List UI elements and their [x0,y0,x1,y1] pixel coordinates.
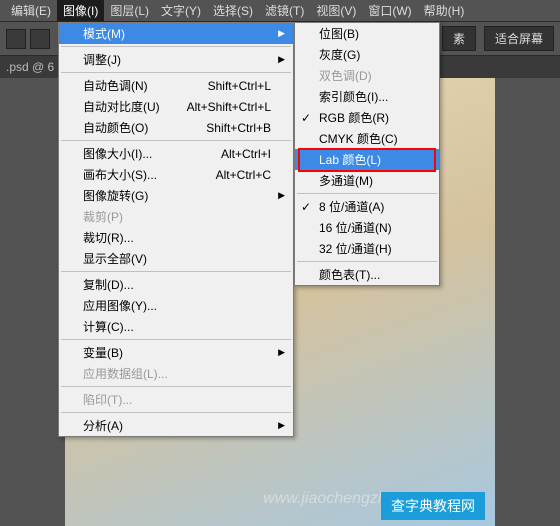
menu-8[interactable]: 帮助(H) [418,0,471,21]
chevron-right-icon: ▶ [278,28,285,39]
menu-label: 复制(D)... [83,276,134,293]
chevron-right-icon: ▶ [278,54,285,65]
menu-label: 自动颜色(O) [83,119,148,136]
menu-label: 应用图像(Y)... [83,297,157,314]
menu-entry[interactable]: 应用图像(Y)... [59,295,293,316]
menu-2[interactable]: 图层(L) [104,0,155,21]
menu-label: 索引颜色(I)... [319,88,388,105]
menu-3[interactable]: 文字(Y) [155,0,207,21]
menu-entry[interactable]: 变量(B) ▶ [59,342,293,363]
menu-label: 位图(B) [319,25,359,42]
shortcut: Alt+Ctrl+C [216,168,271,182]
tool-icon[interactable] [6,29,26,49]
menu-label: 图像旋转(G) [83,187,148,204]
menu-label: 变量(B) [83,344,123,361]
menu-entry[interactable]: 颜色表(T)... [295,264,439,285]
chevron-right-icon: ▶ [278,190,285,201]
tool-icon[interactable] [30,29,50,49]
menu-label: 模式(M) [83,25,125,42]
menu-entry[interactable]: 画布大小(S)... Alt+Ctrl+C [59,164,293,185]
shortcut: Shift+Ctrl+L [208,79,271,93]
menu-entry[interactable]: 自动色调(N) Shift+Ctrl+L [59,75,293,96]
menu-entry: 双色调(D) [295,65,439,86]
separator [61,271,291,272]
menu-entry[interactable]: 显示全部(V) [59,248,293,269]
menu-label: 多通道(M) [319,172,373,189]
menu-0[interactable]: 编辑(E) [5,0,57,21]
menu-entry[interactable]: 调整(J) ▶ [59,49,293,70]
menu-entry[interactable]: 模式(M) ▶ [59,23,293,44]
menubar: 编辑(E)图像(I)图层(L)文字(Y)选择(S)滤镜(T)视图(V)窗口(W)… [0,0,560,22]
shortcut: Alt+Shift+Ctrl+L [187,100,271,114]
separator [61,46,291,47]
menu-label: 32 位/通道(H) [319,240,392,257]
shortcut: Shift+Ctrl+B [206,121,271,135]
chevron-right-icon: ▶ [278,420,285,431]
menu-label: CMYK 颜色(C) [319,130,398,147]
mode-submenu: 位图(B) 灰度(G) 双色调(D) 索引颜色(I)... ✓ RGB 颜色(R) CMYK… [294,22,440,286]
menu-entry[interactable]: ✓ RGB 颜色(R) [295,107,439,128]
menu-label: 显示全部(V) [83,250,147,267]
separator [297,193,437,194]
menu-entry[interactable]: 自动对比度(U) Alt+Shift+Ctrl+L [59,96,293,117]
menu-label: 计算(C)... [83,318,134,335]
check-icon: ✓ [301,200,311,214]
separator [61,386,291,387]
menu-entry: 裁剪(P) [59,206,293,227]
menu-entry[interactable]: CMYK 颜色(C) [295,128,439,149]
menu-entry[interactable]: 自动颜色(O) Shift+Ctrl+B [59,117,293,138]
menu-label: 8 位/通道(A) [319,198,384,215]
menu-label: 分析(A) [83,417,123,434]
menu-label: 自动对比度(U) [83,98,160,115]
menu-entry[interactable]: Lab 颜色(L) [295,149,439,170]
menu-entry[interactable]: ✓ 8 位/通道(A) [295,196,439,217]
chevron-right-icon: ▶ [278,347,285,358]
separator [61,412,291,413]
menu-entry[interactable]: 灰度(G) [295,44,439,65]
menu-entry[interactable]: 索引颜色(I)... [295,86,439,107]
menu-7[interactable]: 窗口(W) [362,0,417,21]
menu-label: 裁切(R)... [83,229,134,246]
separator [61,72,291,73]
menu-label: 应用数据组(L)... [83,365,168,382]
menu-entry[interactable]: 多通道(M) [295,170,439,191]
menu-entry[interactable]: 图像大小(I)... Alt+Ctrl+I [59,143,293,164]
shortcut: Alt+Ctrl+I [221,147,271,161]
menu-entry[interactable]: 裁切(R)... [59,227,293,248]
menu-entry[interactable]: 16 位/通道(N) [295,217,439,238]
menu-entry[interactable]: 复制(D)... [59,274,293,295]
menu-entry: 应用数据组(L)... [59,363,293,384]
separator [297,261,437,262]
menu-entry[interactable]: 图像旋转(G) ▶ [59,185,293,206]
menu-label: 16 位/通道(N) [319,219,392,236]
image-menu-dropdown: 模式(M) ▶ 调整(J) ▶ 自动色调(N) Shift+Ctrl+L 自动对比度(U) A… [58,22,294,437]
menu-entry: 陷印(T)... [59,389,293,410]
menu-label: 画布大小(S)... [83,166,157,183]
menu-label: 裁剪(P) [83,208,123,225]
menu-label: 灰度(G) [319,46,360,63]
menu-entry[interactable]: 分析(A) ▶ [59,415,293,436]
fit-screen-button[interactable]: 适合屏幕 [484,26,554,51]
menu-label: 调整(J) [83,51,121,68]
menu-label: RGB 颜色(R) [319,109,389,126]
toolbar-button[interactable]: 素 [442,26,476,51]
menu-entry[interactable]: 位图(B) [295,23,439,44]
separator [61,339,291,340]
brand-badge: 查字典教程网 [381,492,485,520]
menu-6[interactable]: 视图(V) [310,0,362,21]
menu-label: 图像大小(I)... [83,145,152,162]
menu-label: 自动色调(N) [83,77,148,94]
menu-4[interactable]: 选择(S) [207,0,259,21]
check-icon: ✓ [301,111,311,125]
menu-5[interactable]: 滤镜(T) [259,0,310,21]
menu-1[interactable]: 图像(I) [57,0,104,21]
menu-label: 陷印(T)... [83,391,132,408]
menu-label: Lab 颜色(L) [319,151,381,168]
menu-label: 双色调(D) [319,67,372,84]
separator [61,140,291,141]
menu-entry[interactable]: 32 位/通道(H) [295,238,439,259]
menu-label: 颜色表(T)... [319,266,380,283]
menu-entry[interactable]: 计算(C)... [59,316,293,337]
